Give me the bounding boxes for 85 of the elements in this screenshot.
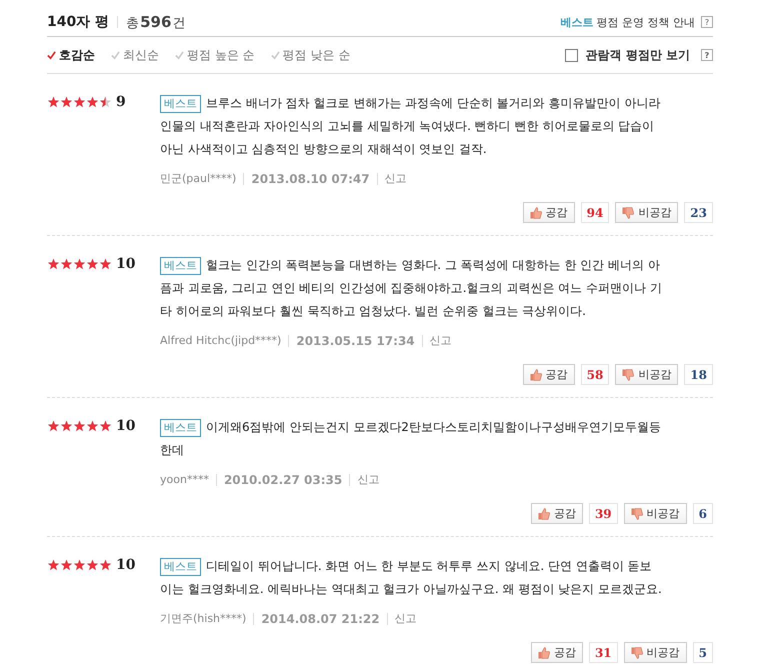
section-title: 140자 평 xyxy=(47,13,110,31)
review-text: 베스트 브루스 배너가 점차 헐크로 변해가는 과정속에 단순히 볼거리와 흥미유발만이 아니라 인물의 내적혼란과 자아인식의 고뇌를 세밀하게 녹여냈다. 뻔하디 뻔한 히어로물로의 답습이 아닌 사색적이고 심층적인 방향으로의 재해석이 엿보인 걸작. xyxy=(160,94,662,158)
best-badge: 베스트 xyxy=(160,95,201,113)
star-icon xyxy=(99,258,112,270)
help-icon[interactable]: ? xyxy=(701,49,713,61)
total-label: 총 xyxy=(126,14,140,32)
review-date: 2013.08.10 07:47 xyxy=(251,172,370,186)
review-text: 베스트 이게왜6점밖에 안되는건지 모르겠다2탄보다스토리치밀함이나구성배우연기모두월등한데 xyxy=(160,418,662,459)
check-icon xyxy=(175,50,184,60)
star-icon xyxy=(99,420,112,432)
total-unit: 건 xyxy=(172,14,186,32)
review-date: 2013.05.15 17:34 xyxy=(296,334,415,348)
dislike-count: 6 xyxy=(692,503,713,524)
dislike-button[interactable]: 비공감 xyxy=(624,642,687,663)
thumbs-up-icon xyxy=(530,206,542,218)
sort-option[interactable]: 평점 높은 순 xyxy=(175,46,255,64)
rating-score: 10 xyxy=(116,256,136,272)
rating-score: 9 xyxy=(116,94,126,110)
review-text: 베스트 헐크는 인간의 폭력본능을 대변하는 영화다. 그 폭력성에 대항하는 한 인간 베너의 아픔과 괴로움, 그리고 연인 베티의 인간성에 집중해야하고.헐크의 괴력씬은 여느 수퍼맨이나 기타 히어로의 파워보다 훨씬 묵직하고 엄청났다. 빌런 순위중 헐크는 극상위이다. xyxy=(160,256,663,320)
star-icon xyxy=(86,96,99,108)
star-icon xyxy=(99,559,112,571)
like-button[interactable]: 공감 xyxy=(522,364,575,385)
star-icon xyxy=(47,420,60,432)
author-name: 기면주(hish****) xyxy=(160,611,246,626)
star-icon xyxy=(86,420,99,432)
dislike-count: 18 xyxy=(684,364,713,385)
like-count: 31 xyxy=(588,642,618,663)
star-icon xyxy=(60,559,73,571)
check-icon xyxy=(111,50,120,60)
star-icon xyxy=(86,559,99,571)
sort-option[interactable]: 평점 낮은 순 xyxy=(270,46,350,64)
thumbs-up-icon xyxy=(538,646,550,658)
best-badge: 베스트 xyxy=(160,257,201,275)
author-name: Alfred Hitchc(jipd****) xyxy=(160,334,282,347)
star-icon xyxy=(86,258,99,270)
like-button[interactable]: 공감 xyxy=(530,642,583,663)
thumbs-up-icon xyxy=(530,368,542,380)
sort-option[interactable]: 최신순 xyxy=(111,46,159,64)
star-icon xyxy=(60,96,73,108)
star-icon xyxy=(73,258,86,270)
report-link[interactable]: 신고 xyxy=(430,333,452,348)
dislike-button[interactable]: 비공감 xyxy=(615,364,678,385)
dislike-count: 5 xyxy=(692,642,713,663)
like-count: 58 xyxy=(580,364,610,385)
author-name: yoon**** xyxy=(160,473,209,486)
filter-label: 관람객 평점만 보기 xyxy=(586,46,690,64)
thumbs-down-icon xyxy=(630,508,643,520)
best-badge: 베스트 xyxy=(160,419,201,437)
star-icon xyxy=(60,420,73,432)
author-name: 민군(paul****) xyxy=(160,171,236,186)
star-icon xyxy=(73,420,86,432)
sort-option[interactable]: 호감순 xyxy=(47,46,95,64)
star-icon xyxy=(73,96,86,108)
rating-score: 10 xyxy=(116,418,136,434)
rating-score: 10 xyxy=(116,557,136,573)
like-button[interactable]: 공감 xyxy=(522,202,575,223)
dislike-button[interactable]: 비공감 xyxy=(624,503,687,524)
like-count: 94 xyxy=(580,202,610,223)
star-icon xyxy=(47,96,60,108)
star-icon xyxy=(47,258,60,270)
total-count: 596 xyxy=(140,12,172,30)
best-badge: 베스트 xyxy=(160,558,201,576)
star-icon xyxy=(73,559,86,571)
review-date: 2010.02.27 03:35 xyxy=(224,472,342,486)
report-link[interactable]: 신고 xyxy=(394,611,417,626)
policy-link[interactable]: 베스트 평점 운영 정책 안내 ? xyxy=(560,14,713,30)
thumbs-down-icon xyxy=(622,206,634,218)
check-icon xyxy=(47,50,56,60)
report-link[interactable]: 신고 xyxy=(357,472,380,487)
review-text: 베스트 디테일이 뛰어납니다. 화면 어느 한 부분도 허투루 쓰지 않네요. 단연 연출력이 돋보이는 헐크영화네요. 에릭바나는 역대최고 헐크가 아닐까싶구요. 왜 평점이 낮은지 모르겠군요. xyxy=(160,557,663,598)
review-date: 2014.08.07 21:22 xyxy=(261,612,380,626)
thumbs-down-icon xyxy=(622,368,634,380)
thumbs-up-icon xyxy=(538,508,550,520)
dislike-button[interactable]: 비공감 xyxy=(615,202,678,223)
like-button[interactable]: 공감 xyxy=(530,503,583,524)
check-icon xyxy=(270,50,280,60)
star-icon xyxy=(99,96,112,108)
help-icon[interactable]: ? xyxy=(701,16,713,28)
star-icon xyxy=(47,559,60,571)
star-icon xyxy=(60,258,73,270)
like-count: 39 xyxy=(588,503,618,524)
thumbs-down-icon xyxy=(630,646,643,658)
dislike-count: 23 xyxy=(684,202,713,223)
checkbox[interactable] xyxy=(564,48,578,62)
report-link[interactable]: 신고 xyxy=(384,171,407,186)
